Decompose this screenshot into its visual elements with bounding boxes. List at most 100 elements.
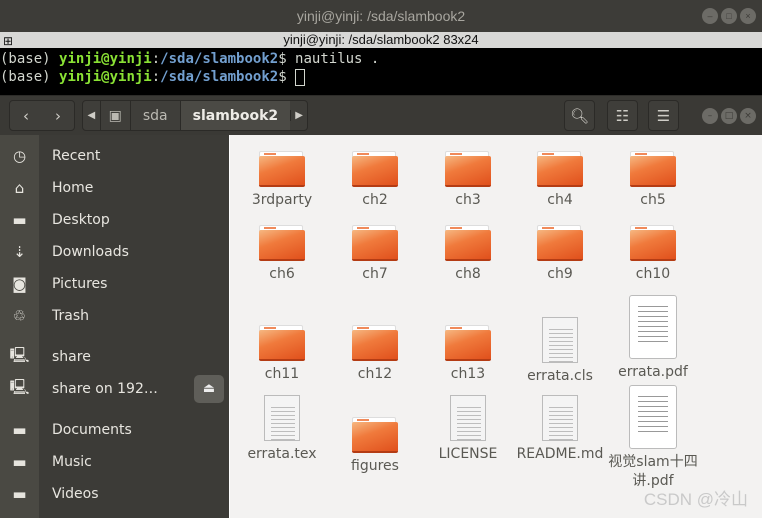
forward-button[interactable]: › [55, 107, 61, 125]
file-name: ch4 [547, 192, 573, 208]
pdf-thumbnail-icon [629, 385, 677, 449]
file-item[interactable]: LICENSE [422, 395, 514, 464]
terminal-menu-icon[interactable]: ⊞ [3, 33, 13, 49]
file-item[interactable]: 3rdparty [236, 151, 328, 210]
maximize-button[interactable]: □ [721, 8, 737, 24]
sidebar-item-home[interactable]: ⌂ Home [0, 172, 229, 204]
folder-icon [352, 225, 398, 261]
file-item[interactable]: ch7 [329, 225, 421, 284]
terminal-output[interactable]: (base) yinji@yinji:/sda/slambook2$ nauti… [0, 48, 762, 96]
file-item[interactable]: ch2 [329, 151, 421, 210]
folder-icon [445, 325, 491, 361]
search-icon: 🔍︎ [569, 106, 590, 125]
download-icon: ⇣ [13, 243, 26, 261]
file-name: errata.tex [247, 446, 317, 462]
network-icon: 🖳︎ [9, 345, 30, 364]
close-button[interactable]: × [740, 8, 756, 24]
minimize-button[interactable]: – [702, 108, 718, 124]
file-name: 视觉slam十四讲.pdf [608, 454, 698, 489]
file-item[interactable]: ch10 [607, 225, 699, 284]
file-item[interactable]: ch8 [422, 225, 514, 284]
minimize-button[interactable]: – [702, 8, 718, 24]
terminal-line: (base) yinji@yinji:/sda/slambook2$ [0, 68, 762, 86]
sidebar-item-label: Desktop [52, 212, 110, 228]
folder-icon: ▬ [12, 485, 27, 503]
hamburger-icon: ☰ [656, 106, 671, 125]
file-name: README.md [516, 446, 604, 462]
search-button[interactable]: 🔍︎ [564, 100, 595, 131]
sidebar-item-share[interactable]: 🖳︎ share [0, 341, 229, 373]
terminal-line: (base) yinji@yinji:/sda/slambook2$ nauti… [0, 51, 380, 67]
terminal-cursor [295, 68, 306, 86]
sidebar-item-label: Pictures [52, 276, 108, 292]
nav-buttons: ‹ › [9, 100, 75, 131]
sidebar-item-trash[interactable]: ♲ Trash [0, 300, 229, 332]
text-file-icon [450, 395, 486, 441]
eject-icon: ⏏ [202, 381, 216, 396]
path-left-arrow[interactable]: ◀ [83, 110, 100, 121]
terminal-tab-bar: ⊞ yinji@yinji: /sda/slambook2 83x24 [0, 32, 762, 48]
folder-icon: ▬ [12, 453, 27, 471]
file-item[interactable]: ch5 [607, 151, 699, 210]
file-name: ch12 [357, 366, 393, 382]
sidebar: ◷ Recent ⌂ Home ▬ Desktop ⇣ Downloads ◙ Pictures ♲… [0, 135, 229, 518]
terminal-window-title: yinji@yinji: /sda/slambook2 [296, 8, 466, 24]
view-toggle-button[interactable]: ☷ [607, 100, 638, 131]
clock-icon: ◷ [12, 147, 27, 165]
file-item[interactable]: ch13 [422, 325, 514, 384]
file-name: ch6 [269, 266, 295, 282]
sidebar-item-label: Recent [52, 148, 101, 164]
menu-button[interactable]: ☰ [648, 100, 679, 131]
file-item[interactable]: figures [329, 417, 421, 476]
file-item[interactable]: ch12 [329, 325, 421, 384]
list-view-icon: ☷ [615, 106, 630, 125]
file-name: errata.cls [527, 368, 593, 384]
file-item[interactable]: ch6 [236, 225, 328, 284]
file-item[interactable]: errata.pdf [607, 295, 699, 382]
text-file-icon [264, 395, 300, 441]
file-item[interactable]: ch4 [514, 151, 606, 210]
sidebar-item-music[interactable]: ▬ Music [0, 446, 229, 478]
maximize-button[interactable]: □ [721, 108, 737, 124]
nautilus-header-bar: ‹ › ◀ ▣ sda slambook2 ▶ 🔍︎ ☷ ☰ – □ × [0, 95, 762, 135]
file-item[interactable]: ch11 [236, 325, 328, 384]
sidebar-item-recent[interactable]: ◷ Recent [0, 140, 229, 172]
breadcrumb-slambook2[interactable]: slambook2 [179, 101, 291, 130]
sidebar-item-desktop[interactable]: ▬ Desktop [0, 204, 229, 236]
folder-icon [630, 151, 676, 187]
folder-icon: ▬ [12, 421, 27, 439]
folder-icon [630, 225, 676, 261]
file-name: ch11 [264, 366, 300, 382]
terminal-title-bar: yinji@yinji: /sda/slambook2 – □ × [0, 0, 762, 32]
file-item[interactable]: errata.tex [236, 395, 328, 464]
file-name: ch9 [547, 266, 573, 282]
sidebar-item-label: Videos [52, 486, 99, 502]
folder-icon [259, 151, 305, 187]
network-icon: 🖳︎ [9, 377, 30, 396]
folder-icon [352, 151, 398, 187]
sidebar-item-videos[interactable]: ▬ Videos [0, 478, 229, 510]
folder-icon [259, 325, 305, 361]
file-name: ch5 [640, 192, 666, 208]
file-item[interactable]: ch3 [422, 151, 514, 210]
file-item[interactable]: ch9 [514, 225, 606, 284]
file-name: figures [351, 458, 399, 474]
close-button[interactable]: × [740, 108, 756, 124]
sidebar-item-label: Music [52, 454, 92, 470]
terminal-tab-title: yinji@yinji: /sda/slambook2 83x24 [283, 32, 479, 47]
file-name: ch8 [455, 266, 481, 282]
file-item[interactable]: README.md [514, 395, 606, 464]
sidebar-item-documents[interactable]: ▬ Documents [0, 414, 229, 446]
drive-icon[interactable]: ▣ [99, 101, 130, 130]
eject-button[interactable]: ⏏ [194, 375, 224, 403]
sidebar-item-label: Downloads [52, 244, 129, 260]
folder-icon: ▬ [12, 211, 27, 229]
file-item[interactable]: errata.cls [514, 317, 606, 386]
sidebar-item-pictures[interactable]: ◙ Pictures [0, 268, 229, 300]
path-right-arrow[interactable]: ▶ [290, 110, 307, 121]
sidebar-item-downloads[interactable]: ⇣ Downloads [0, 236, 229, 268]
breadcrumb-sda[interactable]: sda [129, 101, 180, 130]
back-button[interactable]: ‹ [23, 107, 29, 125]
home-icon: ⌂ [14, 179, 25, 197]
file-item[interactable]: 视觉slam十四讲.pdf [607, 385, 699, 491]
